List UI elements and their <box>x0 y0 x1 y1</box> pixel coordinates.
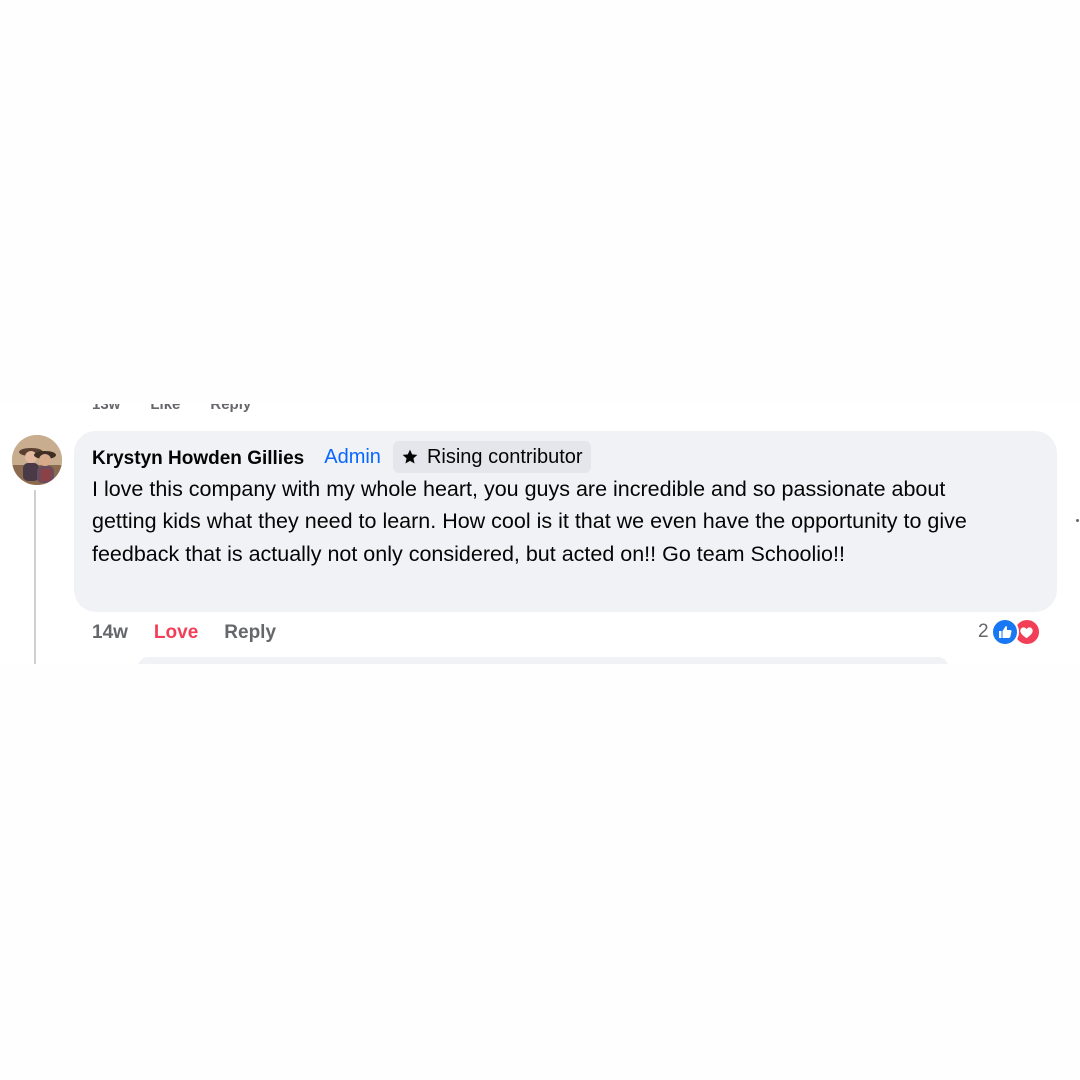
like-icon <box>990 618 1019 646</box>
comment-text: I love this company with my whole heart,… <box>92 477 967 566</box>
love-reaction-button[interactable]: Love <box>154 622 198 644</box>
admin-badge: Admin <box>324 445 381 468</box>
comment-header: Krystyn Howden Gillies Admin Rising cont… <box>92 440 591 474</box>
comment-author-name[interactable]: Krystyn Howden Gillies <box>92 448 304 470</box>
avatar[interactable] <box>12 435 62 485</box>
rising-contributor-badge[interactable]: Rising contributor <box>392 441 591 473</box>
reaction-count: 2 <box>978 621 989 642</box>
avatar-photo <box>12 435 62 485</box>
comment-actions: 14w Love Reply <box>92 620 276 646</box>
more-options-icon[interactable] <box>1076 519 1079 522</box>
blank-top-area <box>0 0 1080 404</box>
star-icon <box>402 449 418 464</box>
reaction-summary[interactable]: 2 <box>978 617 1041 647</box>
thread-connector-line <box>34 490 36 664</box>
reply-button[interactable]: Reply <box>224 622 276 644</box>
rising-contributor-label: Rising contributor <box>426 445 583 468</box>
comment-thread-crop: 13w Like Reply Krystyn Howden Gillies Ad… <box>0 0 1080 1080</box>
comment-timestamp[interactable]: 14w <box>92 622 128 644</box>
blank-bottom-area <box>0 664 1080 1080</box>
